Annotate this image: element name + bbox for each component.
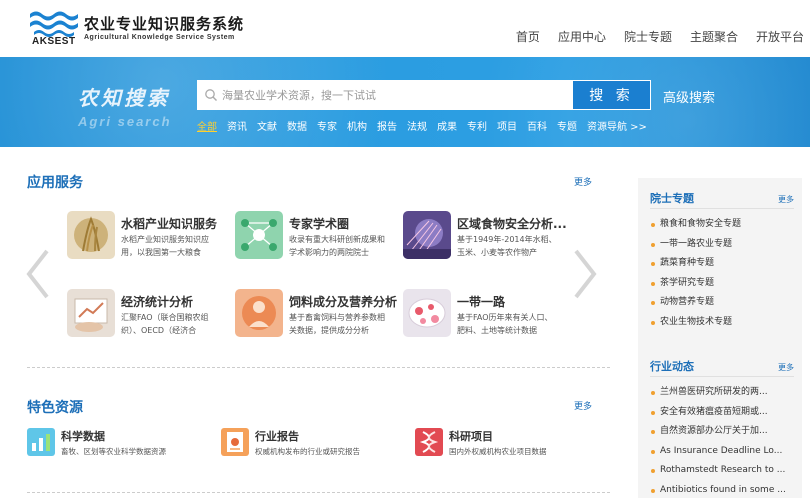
site-title[interactable]: 农业专业知识服务系统 xyxy=(84,13,244,34)
topic-item[interactable]: 动物营养专题 xyxy=(650,293,794,313)
service-card-economic-stats[interactable]: 经济统计分析 汇聚FAO（联合国粮农组织）、OECD（经济合 xyxy=(67,289,227,339)
news-list: 兰州兽医研究所研发的两... 安全有效猪瘟疫苗短期或... 自然资源部办公厅关于… xyxy=(650,383,794,500)
category-institutions[interactable]: 机构 xyxy=(347,118,367,133)
category-literature[interactable]: 文献 xyxy=(257,118,277,133)
banner-title: 农知搜索 xyxy=(78,82,170,111)
category-all[interactable]: 全部 xyxy=(197,118,217,133)
logo-brand: AKSEST xyxy=(32,36,76,47)
topic-item[interactable]: 粮食和食物安全专题 xyxy=(650,215,794,235)
service-card-experts[interactable]: 专家学术圈 收录有重大科研创新成果和学术影响力的两院院士 xyxy=(235,211,395,261)
sidebar: 院士专题 更多 粮食和食物安全专题 一带一路农业专题 蔬菜育种专题 茶学研究专题… xyxy=(638,178,802,498)
advanced-search-link[interactable]: 高级搜索 xyxy=(663,87,715,106)
services-more-link[interactable]: 更多 xyxy=(574,175,592,188)
category-resource-nav[interactable]: 资源导航 >> xyxy=(587,118,647,133)
service-name: 区域食物安全分析... xyxy=(457,215,567,232)
service-desc: 汇聚FAO（联合国粮农组织）、OECD（经济合 xyxy=(121,311,223,337)
featured-industry-reports[interactable]: 行业报告 权威机构发布的行业或研究报告 xyxy=(221,428,411,464)
service-card-feed-analysis[interactable]: 饲料成分及营养分析 基于畜禽饲料与营养参数相关数据，提供成分分析 xyxy=(235,289,395,339)
news-item[interactable]: Antibiotics found in some ... xyxy=(650,481,794,500)
carousel-next-icon[interactable] xyxy=(572,249,598,299)
nav-app-center[interactable]: 应用中心 xyxy=(558,28,606,45)
category-data[interactable]: 数据 xyxy=(287,118,307,133)
category-regulations[interactable]: 法规 xyxy=(407,118,427,133)
category-encyclopedia[interactable]: 百科 xyxy=(527,118,547,133)
service-name: 专家学术圈 xyxy=(289,215,349,232)
service-desc: 基于畜禽饲料与营养参数相关数据，提供成分分析 xyxy=(289,311,391,337)
rice-thumbnail xyxy=(67,211,115,259)
section-divider xyxy=(27,492,610,493)
service-name: 水稻产业知识服务 xyxy=(121,215,217,232)
sidebar-divider xyxy=(650,208,794,209)
chart-icon xyxy=(27,428,55,456)
news-item[interactable]: 安全有效猪瘟疫苗短期或... xyxy=(650,403,794,423)
nav-home[interactable]: 首页 xyxy=(516,28,540,45)
carousel-prev-icon[interactable] xyxy=(25,249,51,299)
feed-analysis-thumbnail xyxy=(235,289,283,337)
category-topics[interactable]: 专题 xyxy=(557,118,577,133)
category-patents[interactable]: 专利 xyxy=(467,118,487,133)
search-banner: 农知搜索 Agri search 搜 索 高级搜索 全部 资讯 文献 数据 专家… xyxy=(0,57,810,147)
search-input[interactable] xyxy=(222,81,570,109)
news-item[interactable]: As Insurance Deadline Lo... xyxy=(650,442,794,462)
category-reports[interactable]: 报告 xyxy=(377,118,397,133)
service-name: 一带一路 xyxy=(457,293,505,310)
topic-item[interactable]: 茶学研究专题 xyxy=(650,274,794,294)
sidebar-news-more-link[interactable]: 更多 xyxy=(778,362,794,373)
expert-network-thumbnail xyxy=(235,211,283,259)
sidebar-divider xyxy=(650,376,794,377)
category-achievements[interactable]: 成果 xyxy=(437,118,457,133)
search-icon xyxy=(204,88,218,102)
category-experts[interactable]: 专家 xyxy=(317,118,337,133)
news-item[interactable]: 自然资源部办公厅关于加... xyxy=(650,422,794,442)
category-projects[interactable]: 项目 xyxy=(497,118,517,133)
service-name: 经济统计分析 xyxy=(121,293,193,310)
report-icon xyxy=(221,428,249,456)
sidebar-news-title: 行业动态 xyxy=(650,358,694,374)
belt-road-thumbnail xyxy=(403,289,451,337)
dna-icon xyxy=(415,428,443,456)
featured-more-link[interactable]: 更多 xyxy=(574,399,592,412)
category-news[interactable]: 资讯 xyxy=(227,118,247,133)
featured-name: 行业报告 xyxy=(255,428,299,444)
header: AKSEST 农业专业知识服务系统 Agricultural Knowledge… xyxy=(0,0,810,57)
service-card-belt-road[interactable]: 一带一路 基于FAO历年来有关人口、肥料、土地等统计数据 xyxy=(403,289,563,339)
featured-name: 科学数据 xyxy=(61,428,105,444)
topic-item[interactable]: 一带一路农业专题 xyxy=(650,235,794,255)
featured-desc: 国内外权威机构农业项目数据 xyxy=(449,446,547,457)
sidebar-topics-more-link[interactable]: 更多 xyxy=(778,194,794,205)
news-item[interactable]: Rothamstedt Research to ... xyxy=(650,461,794,481)
nav-open-platform[interactable]: 开放平台 xyxy=(756,28,804,45)
banner-subtitle: Agri search xyxy=(78,114,172,129)
topic-item[interactable]: 农业生物技术专题 xyxy=(650,313,794,333)
food-security-thumbnail xyxy=(403,211,451,259)
search-button[interactable]: 搜 索 xyxy=(573,80,651,110)
search-box xyxy=(197,80,573,110)
service-desc: 水稻产业知识服务知识应用，以我国第一大粮食 xyxy=(121,233,223,259)
service-desc: 基于FAO历年来有关人口、肥料、土地等统计数据 xyxy=(457,311,559,337)
service-card-rice[interactable]: 水稻产业知识服务 水稻产业知识服务知识应用，以我国第一大粮食 xyxy=(67,211,227,261)
featured-title: 特色资源 xyxy=(27,397,83,417)
service-card-food-security[interactable]: 区域食物安全分析... 基于1949年-2014年水稻、玉米、小麦等农作物产 xyxy=(403,211,563,261)
service-desc: 收录有重大科研创新成果和学术影响力的两院院士 xyxy=(289,233,391,259)
services-title: 应用服务 xyxy=(27,172,83,192)
topics-list: 粮食和食物安全专题 一带一路农业专题 蔬菜育种专题 茶学研究专题 动物营养专题 … xyxy=(650,215,794,332)
nav-topic-aggregation[interactable]: 主题聚合 xyxy=(690,28,738,45)
featured-name: 科研项目 xyxy=(449,428,493,444)
service-desc: 基于1949年-2014年水稻、玉米、小麦等农作物产 xyxy=(457,233,559,259)
site-subtitle: Agricultural Knowledge Service System xyxy=(84,34,235,41)
service-name: 饲料成分及营养分析 xyxy=(289,293,397,310)
sidebar-topics-title: 院士专题 xyxy=(650,190,694,206)
economic-stats-thumbnail xyxy=(67,289,115,337)
nav-academician-topics[interactable]: 院士专题 xyxy=(624,28,672,45)
section-divider xyxy=(27,367,610,368)
topic-item[interactable]: 蔬菜育种专题 xyxy=(650,254,794,274)
top-nav: 首页 应用中心 院士专题 主题聚合 开放平台 xyxy=(516,28,804,45)
news-item[interactable]: 兰州兽医研究所研发的两... xyxy=(650,383,794,403)
featured-desc: 畜牧、区划等农业科学数据资源 xyxy=(61,446,166,457)
search-categories: 全部 资讯 文献 数据 专家 机构 报告 法规 成果 专利 项目 百科 专题 资… xyxy=(197,118,647,133)
featured-desc: 权威机构发布的行业或研究报告 xyxy=(255,446,360,457)
featured-scientific-data[interactable]: 科学数据 畜牧、区划等农业科学数据资源 xyxy=(27,428,217,464)
featured-research-projects[interactable]: 科研项目 国内外权威机构农业项目数据 xyxy=(415,428,605,464)
